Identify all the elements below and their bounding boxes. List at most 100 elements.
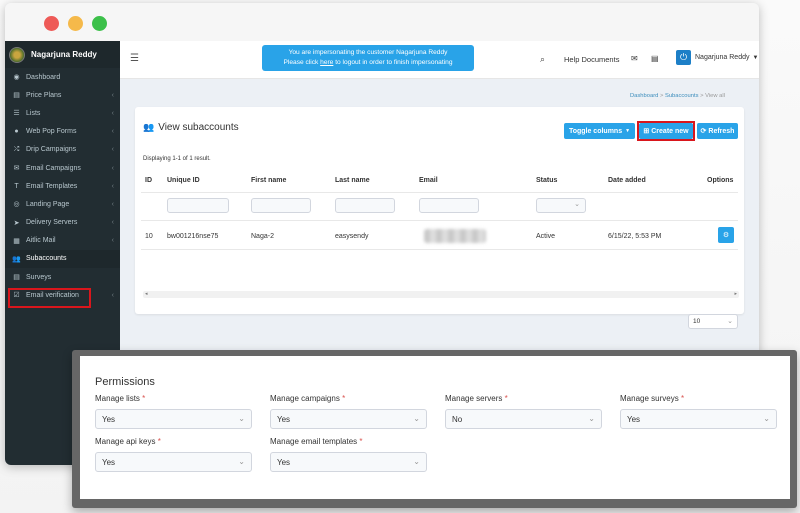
field-label-text: Manage servers <box>445 394 503 403</box>
sidebar-user-brand[interactable]: Nagarjuna Reddy <box>5 41 120 68</box>
row-divider <box>141 249 738 250</box>
field-label-text: Manage campaigns <box>270 394 340 403</box>
manage-surveys-select[interactable]: Yes ⌄ <box>620 409 777 429</box>
sidebar-item-email-templates[interactable]: T Email Templates ‹ <box>5 177 120 195</box>
chevron-left-icon: ‹ <box>111 219 114 227</box>
chevron-left-icon: ‹ <box>111 91 114 99</box>
manage-campaigns-select[interactable]: Yes ⌄ <box>270 409 427 429</box>
chevron-down-icon: ⌄ <box>727 318 733 325</box>
messages-icon[interactable]: ✉ <box>631 54 638 63</box>
select-value: Yes <box>627 415 641 424</box>
column-header-id[interactable]: ID <box>145 177 152 184</box>
field-label-text: Manage lists <box>95 394 140 403</box>
sidebar-user-name: Nagarjuna Reddy <box>31 50 97 59</box>
required-asterisk: * <box>359 437 363 446</box>
sidebar-item-surveys[interactable]: ▤ Surveys <box>5 268 120 286</box>
list-icon: ☰ <box>13 110 20 118</box>
header-divider <box>141 192 738 193</box>
column-header-first-name[interactable]: First name <box>251 177 286 184</box>
chevron-down-icon: ⌄ <box>413 414 420 423</box>
column-header-date-added[interactable]: Date added <box>608 177 646 184</box>
toggle-columns-button[interactable]: Toggle columns ▼ <box>564 123 635 139</box>
dashboard-icon: ◉ <box>13 74 20 82</box>
column-header-status[interactable]: Status <box>536 177 557 184</box>
chevron-down-icon: ▼ <box>752 54 759 61</box>
impersonation-text-post: to logout in order to finish impersonati… <box>333 59 453 66</box>
impersonation-text-pre: Please click <box>283 59 321 66</box>
logout-impersonation-link[interactable]: here <box>320 59 333 66</box>
sidebar-item-label: Aitlic Mail <box>26 237 56 245</box>
required-asterisk: * <box>342 394 346 403</box>
breadcrumb-subaccounts[interactable]: Subaccounts <box>665 93 699 99</box>
manage-campaigns-label: Manage campaigns * <box>270 394 345 403</box>
cards-icon[interactable]: ▤ <box>651 54 659 63</box>
cell-email-redacted <box>424 229 486 243</box>
chevron-left-icon: ‹ <box>111 182 114 190</box>
minimize-window-button[interactable] <box>68 16 83 31</box>
filter-unique-id-input[interactable] <box>167 198 229 213</box>
filter-last-name-input[interactable] <box>335 198 395 213</box>
close-window-button[interactable] <box>44 16 59 31</box>
sidebar-item-dashboard[interactable]: ◉ Dashboard <box>5 68 120 86</box>
manage-lists-select[interactable]: Yes ⌄ <box>95 409 252 429</box>
chevron-down-icon: ⌄ <box>238 457 245 466</box>
cell-id: 10 <box>145 233 153 240</box>
page-size-select[interactable]: 10 ⌄ <box>688 314 738 329</box>
sidebar-item-label: Email Campaigns <box>26 164 81 172</box>
user-menu-name: Nagarjuna Reddy <box>695 54 750 61</box>
sidebar-item-delivery-servers[interactable]: ➤ Delivery Servers ‹ <box>5 214 120 232</box>
maximize-window-button[interactable] <box>92 16 107 31</box>
breadcrumb-current: View all <box>705 93 725 99</box>
chevron-down-icon: ⌄ <box>413 457 420 466</box>
scroll-left-icon[interactable]: ◂ <box>145 291 148 297</box>
filter-email-input[interactable] <box>419 198 479 213</box>
scroll-right-icon[interactable]: ▸ <box>734 291 737 298</box>
impersonation-message: You are impersonating the customer Nagar… <box>288 49 448 56</box>
menu-toggle-icon[interactable]: ☰ <box>130 53 139 64</box>
refresh-icon: ⟳ <box>700 128 707 135</box>
text-icon: T <box>14 182 19 190</box>
sidebar-item-web-pop-forms[interactable]: ● Web Pop Forms ‹ <box>5 123 120 141</box>
sidebar-item-label: Email Templates <box>26 182 78 190</box>
breadcrumb-dashboard[interactable]: Dashboard <box>630 93 658 99</box>
required-asterisk: * <box>504 394 508 403</box>
credit-card-icon: ▤ <box>13 92 20 100</box>
subaccounts-highlight-box <box>8 288 91 308</box>
row-options-button[interactable]: ⚙ <box>718 227 734 243</box>
send-icon: ➤ <box>13 219 20 227</box>
manage-api-keys-select[interactable]: Yes ⌄ <box>95 452 252 472</box>
sidebar-item-lists[interactable]: ☰ Lists ‹ <box>5 104 120 122</box>
manage-servers-select[interactable]: No ⌄ <box>445 409 602 429</box>
sidebar-item-label: Web Pop Forms <box>26 128 77 136</box>
sidebar-item-price-plans[interactable]: ▤ Price Plans ‹ <box>5 86 120 104</box>
random-icon: ⤮ <box>13 145 20 153</box>
horizontal-scrollbar[interactable]: ◂ ▸ <box>143 291 739 298</box>
sidebar-item-landing-page[interactable]: ◎ Landing Page ‹ <box>5 195 120 213</box>
chevron-down-icon: ⌄ <box>763 414 770 423</box>
user-menu[interactable]: ⏻ Nagarjuna Reddy ▼ <box>676 50 758 65</box>
help-documents-link[interactable]: Help Documents <box>564 55 619 64</box>
sidebar-item-aitlic-mail[interactable]: ▦ Aitlic Mail ‹ <box>5 232 120 250</box>
permissions-panel: Permissions Manage lists * Yes ⌄ Manage cam… <box>80 356 790 499</box>
user-avatar-power-icon: ⏻ <box>676 50 691 65</box>
manage-email-templates-label: Manage email templates * <box>270 437 363 446</box>
filter-status-select[interactable]: ⌄ <box>536 198 586 213</box>
chevron-left-icon: ‹ <box>111 146 114 154</box>
search-icon[interactable]: ⌕ <box>540 54 545 65</box>
select-value: Yes <box>102 415 116 424</box>
manage-api-keys-label: Manage api keys * <box>95 437 161 446</box>
page-size-value: 10 <box>693 318 701 325</box>
users-icon: 👥 <box>12 255 21 263</box>
required-asterisk: * <box>157 437 161 446</box>
manage-email-templates-select[interactable]: Yes ⌄ <box>270 452 427 472</box>
column-header-email[interactable]: Email <box>419 177 438 184</box>
column-header-last-name[interactable]: Last name <box>335 177 370 184</box>
sidebar-item-subaccounts[interactable]: 👥 Subaccounts <box>5 249 120 269</box>
cell-first-name: Naga-2 <box>251 233 274 240</box>
column-header-unique-id[interactable]: Unique ID <box>167 177 200 184</box>
sidebar-item-email-campaigns[interactable]: ✉ Email Campaigns ‹ <box>5 159 120 177</box>
refresh-button[interactable]: ⟳ Refresh <box>697 123 738 139</box>
filter-first-name-input[interactable] <box>251 198 311 213</box>
refresh-label: Refresh <box>708 127 735 135</box>
sidebar-item-drip-campaigns[interactable]: ⤮ Drip Campaigns ‹ <box>5 141 120 159</box>
